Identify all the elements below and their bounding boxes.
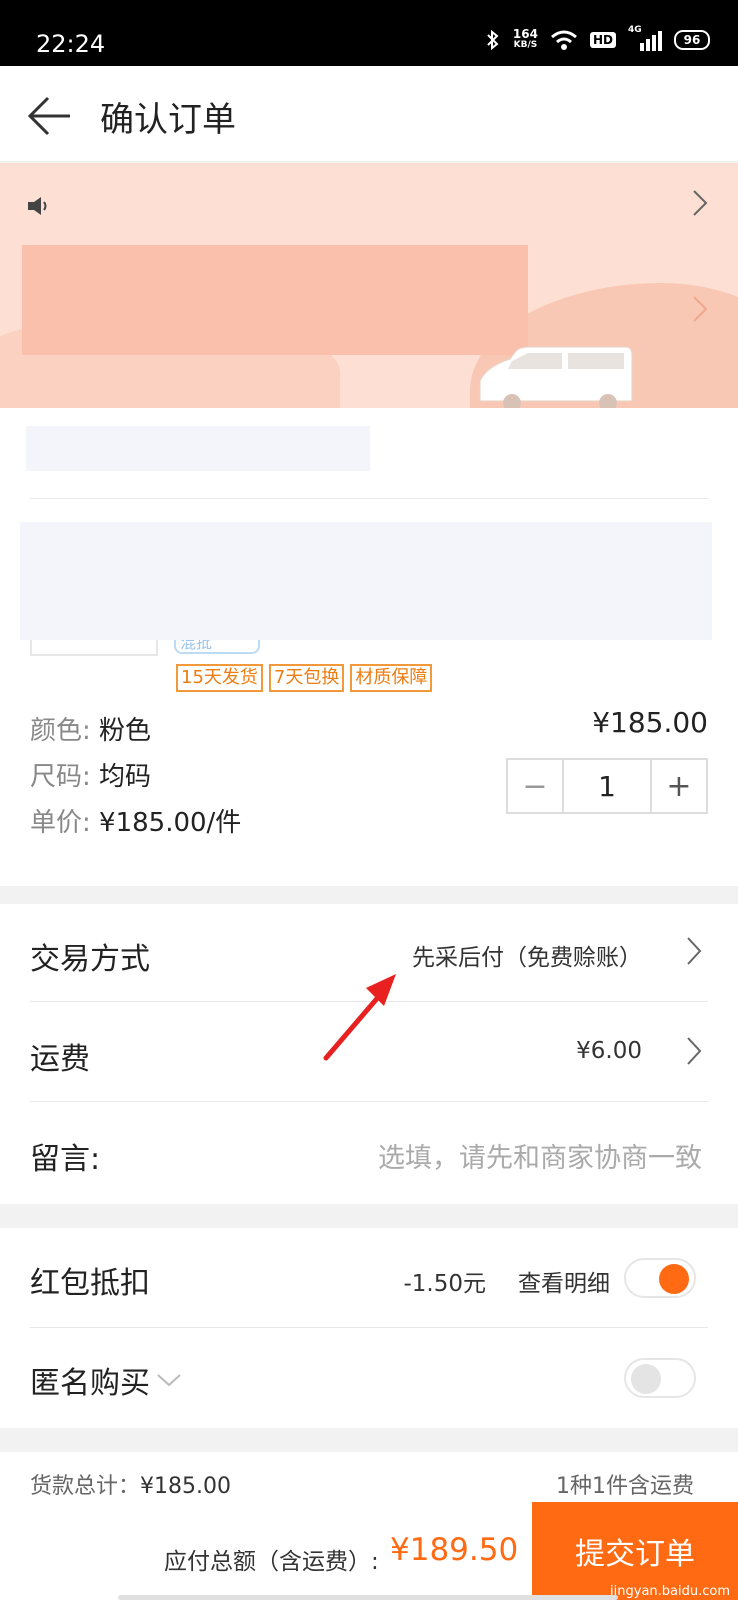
color-value: 粉色 <box>99 716 152 746</box>
service-tag: 15天发货 <box>176 664 263 692</box>
goods-total: 货款总计：¥185.00 <box>30 1468 231 1500</box>
quantity-stepper: − 1 + <box>506 758 708 814</box>
size-label: 尺码: <box>30 762 91 792</box>
chevron-down-icon <box>157 1374 181 1387</box>
shop-name-placeholder <box>26 426 370 471</box>
status-time: 22:24 <box>36 30 106 58</box>
network-type: 4G <box>628 25 642 35</box>
unit-price-label: 单价: <box>30 808 91 838</box>
shipping-value: ¥6.00 <box>576 1038 642 1064</box>
network-speed: 164 KB/S <box>512 27 538 50</box>
back-arrow-icon[interactable] <box>26 92 74 140</box>
trade-method-label: 交易方式 <box>30 942 150 977</box>
red-packet-label: 红包抵扣 <box>30 1266 150 1301</box>
bluetooth-icon <box>487 29 499 51</box>
battery-level: 96 <box>683 33 701 47</box>
product-title-placeholder <box>20 522 712 640</box>
divider <box>30 1101 708 1102</box>
battery-icon: 96 <box>674 30 710 50</box>
chevron-right-icon[interactable] <box>692 295 708 323</box>
discount-section: 红包抵扣 -1.50元 查看明细 匿名购买 <box>0 1228 738 1428</box>
trade-method-row[interactable]: 交易方式 先采后付（免费赊账） <box>0 904 738 1002</box>
red-packet-amount: -1.50元 <box>403 1271 486 1297</box>
message-input[interactable]: 选填，请先和商家协商一致 <box>378 1136 702 1175</box>
hd-badge: HD <box>589 32 616 48</box>
home-indicator[interactable] <box>118 1595 618 1600</box>
goods-total-label: 货款总计： <box>30 1474 141 1499</box>
payable-label: 应付总额（含运费）: <box>164 1549 379 1575</box>
goods-total-value: ¥185.00 <box>140 1474 231 1499</box>
watermark-text: jingyan.baidu.com <box>610 1584 730 1599</box>
status-bar: 22:24 164 KB/S HD 4G 96 <box>0 0 738 66</box>
chevron-right-icon[interactable] <box>692 189 708 217</box>
address-placeholder <box>22 245 528 355</box>
color-label: 颜色: <box>30 716 91 746</box>
shipping-row[interactable]: 运费 ¥6.00 <box>0 1004 738 1102</box>
red-packet-toggle[interactable] <box>624 1258 696 1298</box>
chevron-right-icon[interactable] <box>686 936 702 966</box>
speaker-icon <box>28 197 47 215</box>
color-attr: 颜色: 粉色 <box>30 710 151 747</box>
status-icons: 164 KB/S HD 4G 96 <box>485 25 710 52</box>
increment-button[interactable]: + <box>652 760 706 812</box>
divider <box>30 1001 708 1002</box>
anonymous-row: 匿名购买 <box>0 1328 738 1428</box>
page-title: 确认订单 <box>100 100 236 140</box>
anonymous-label: 匿名购买 <box>30 1366 150 1401</box>
navbar: 确认订单 <box>0 66 738 162</box>
checkout-footer: 货款总计：¥185.00 1种1件含运费 应付总额（含运费）: ¥189.50 … <box>0 1452 738 1600</box>
message-label: 留言: <box>30 1142 101 1177</box>
size-value: 均码 <box>99 762 152 792</box>
van-illustration <box>479 346 633 408</box>
signal-icon: 4G <box>628 25 662 51</box>
trade-method-value: 先采后付（免费赊账） <box>412 945 642 971</box>
wifi-icon <box>551 30 577 50</box>
red-packet-row: 红包抵扣 -1.50元 查看明细 <box>0 1228 738 1328</box>
shipping-label: 运费 <box>30 1042 90 1077</box>
size-attr: 尺码: 均码 <box>30 756 151 793</box>
anonymous-label-wrap[interactable]: 匿名购买 <box>30 1358 182 1402</box>
address-banner[interactable] <box>0 163 738 408</box>
service-tag: 材质保障 <box>350 664 433 692</box>
decrement-button[interactable]: − <box>508 760 562 812</box>
red-packet-detail-link[interactable]: 查看明细 <box>518 1264 610 1298</box>
divider <box>30 498 708 499</box>
product-section: 混批 15天发货 7天包换 材质保障 颜色: 粉色 尺码: 均码 单价: ¥18… <box>0 408 738 886</box>
unit-price-value: ¥185.00/件 <box>99 808 242 838</box>
anonymous-toggle[interactable] <box>624 1358 696 1398</box>
chevron-right-icon[interactable] <box>686 1036 702 1066</box>
product-price: ¥185.00 <box>592 706 708 739</box>
message-row: 留言: 选填，请先和商家协商一致 <box>0 1104 738 1202</box>
toggle-knob <box>631 1364 661 1394</box>
order-options-section: 交易方式 先采后付（免费赊账） 运费 ¥6.00 留言: 选填，请先和商家协商一… <box>0 904 738 1204</box>
unit-price-attr: 单价: ¥185.00/件 <box>30 802 241 839</box>
service-tags: 15天发货 7天包换 材质保障 <box>176 664 433 692</box>
payable-amount: ¥189.50 <box>390 1532 519 1568</box>
service-tag: 7天包换 <box>268 664 345 692</box>
item-count-info: 1种1件含运费 <box>556 1474 694 1499</box>
quantity-value[interactable]: 1 <box>562 760 652 812</box>
toggle-knob <box>659 1264 689 1294</box>
